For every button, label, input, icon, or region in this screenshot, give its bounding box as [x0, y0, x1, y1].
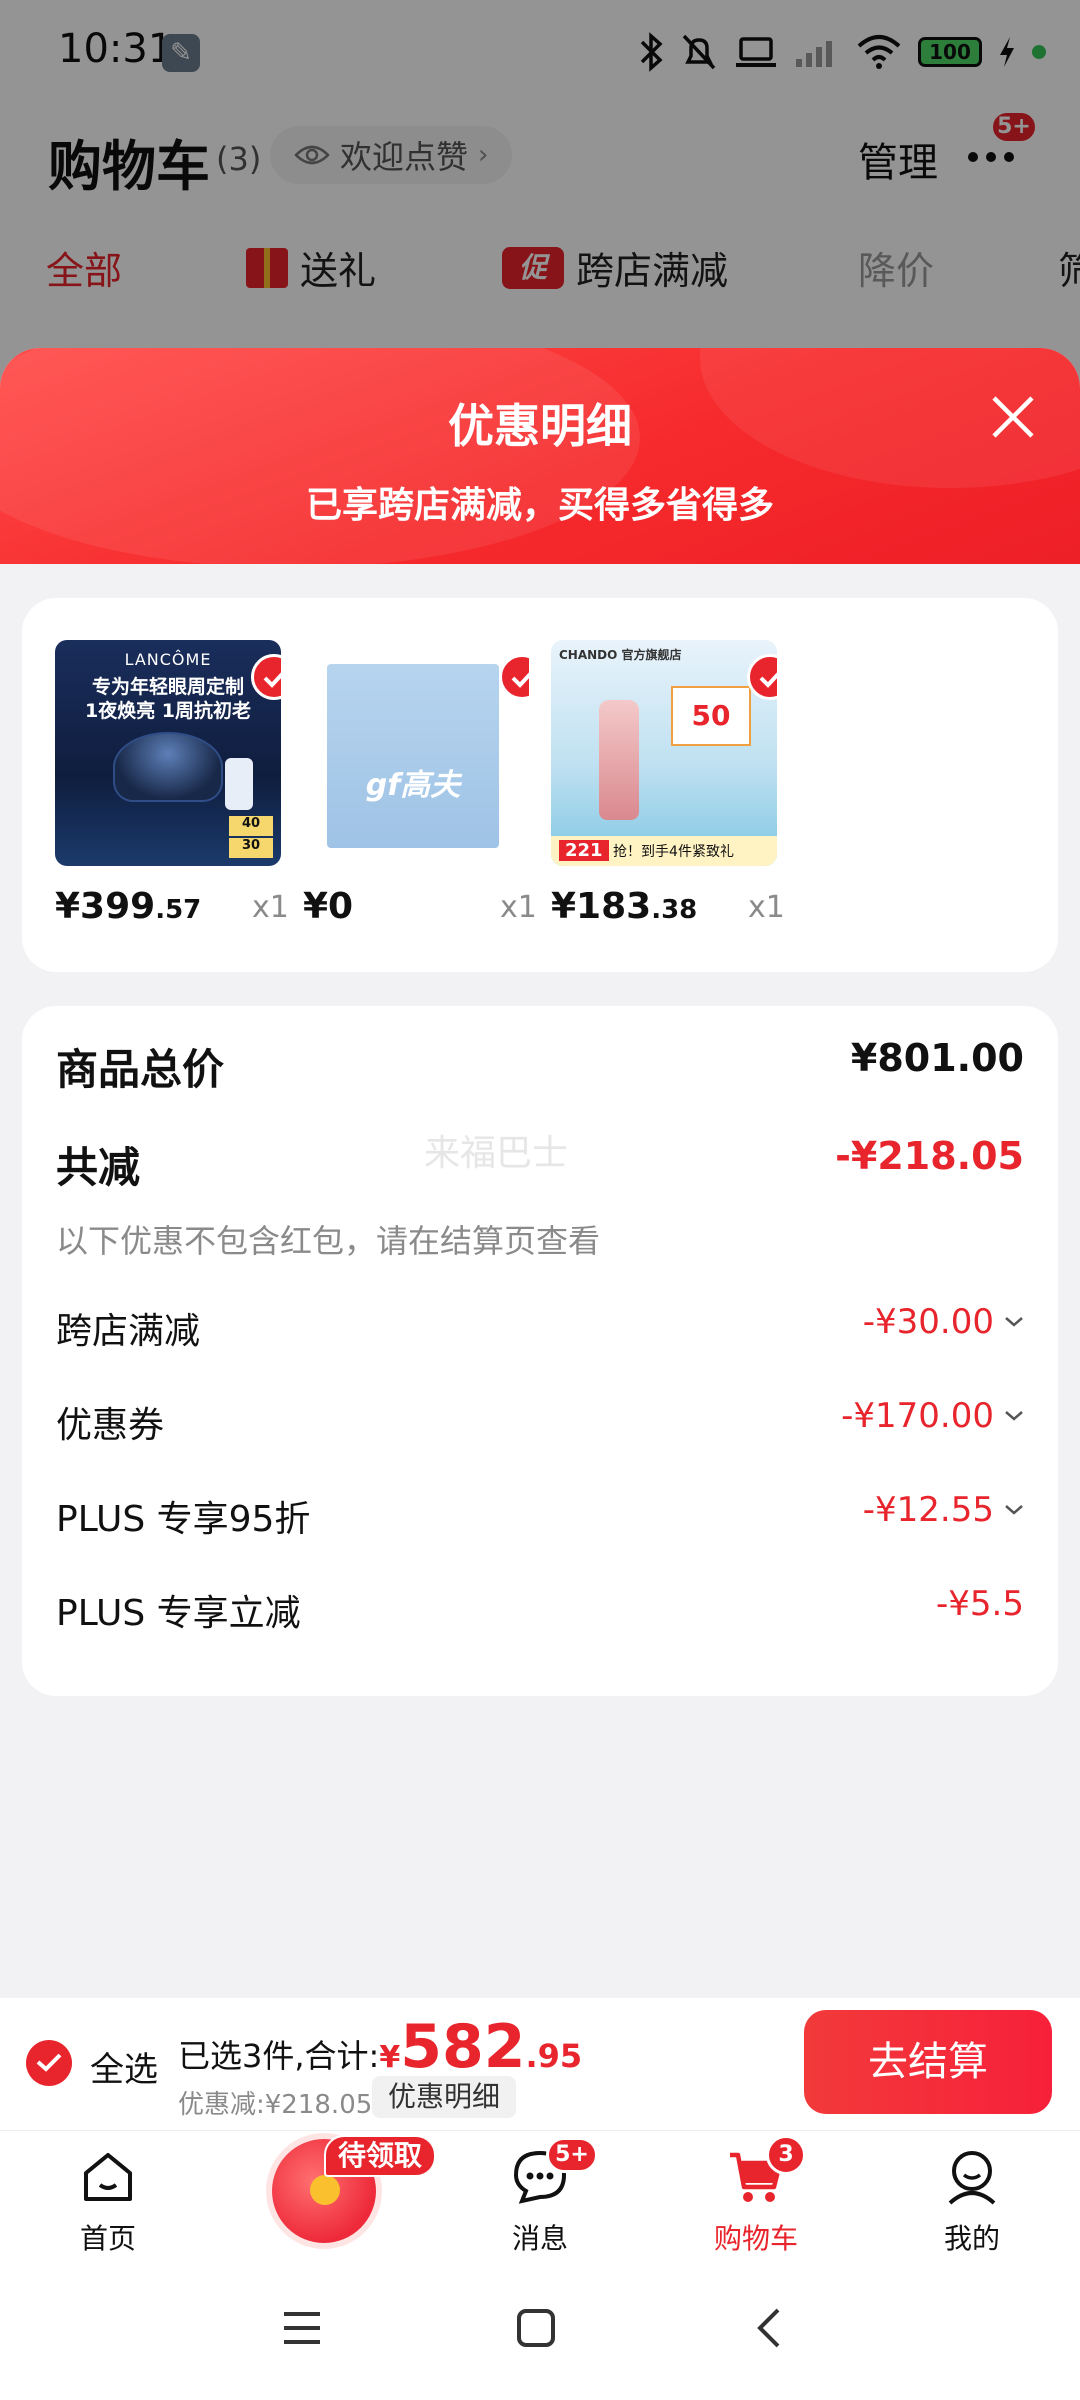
image-subheadline: 1夜焕亮 1周抗初老 [84, 700, 252, 722]
nav-cart-label: 购物车 [713, 2222, 798, 2255]
check-icon[interactable] [499, 654, 529, 700]
image-logo-text: gf高夫 [365, 768, 461, 803]
discount-item-plus-95[interactable]: PLUS 专享95折 -¥12.55 [56, 1490, 1024, 1540]
chevron-down-icon [1005, 1411, 1023, 1421]
subtotal-value: ¥801.00 [850, 1036, 1024, 1080]
discount-item-plus-instant: PLUS 专享立减 -¥5.5 [56, 1584, 1024, 1634]
product-qty: x1 [252, 890, 289, 925]
discount-item-label: 跨店满减 [56, 1311, 201, 1352]
product-qty: x1 [748, 890, 785, 925]
modal-overlay[interactable] [0, 0, 1080, 400]
note-text: 以下优惠不包含红包，请在结算页查看 [56, 1222, 601, 1260]
nav-messages-label: 消息 [511, 2222, 568, 2255]
checkout-bar: 全选 已选3件,合计:¥582.95 优惠减:¥218.05 优惠明细 去结算 [0, 1998, 1080, 2130]
check-icon[interactable] [747, 654, 777, 700]
nav-me-label: 我的 [943, 2222, 1000, 2255]
image-shop-text: CHANDO 官方旗舰店 [559, 648, 682, 662]
totals-card: 商品总价 ¥801.00 来福巴士 共减 -¥218.05 以下优惠不包含红包，… [22, 1006, 1058, 1696]
discount-item-coupon[interactable]: 优惠券 -¥170.00 [56, 1396, 1024, 1446]
product-price: ¥399.57 [55, 886, 202, 927]
image-headline: 专为年轻眼周定制 [91, 676, 244, 698]
checkout-button[interactable]: 去结算 [804, 2010, 1052, 2114]
home-square-icon[interactable] [514, 2306, 558, 2350]
image-tag: 40 [229, 816, 273, 836]
discount-detail-button[interactable]: 优惠明细 [372, 2076, 517, 2118]
discount-item-cross-store[interactable]: 跨店满减 -¥30.00 [56, 1302, 1024, 1352]
product-image-chando[interactable]: CHANDO 官方旗舰店 50 221 抢！到手4件紧致礼 [551, 640, 777, 866]
image-tag: 30 [229, 838, 273, 858]
discount-item-value: -¥170.00 [841, 1396, 1024, 1436]
sheet-header: 优惠明细 已享跨店满减，买得多省得多 [0, 348, 1080, 568]
discount-item-value: -¥30.00 [863, 1302, 1024, 1342]
discount-item-label: 优惠券 [56, 1405, 165, 1446]
pending-reward-badge[interactable]: 待领取 [324, 2135, 437, 2177]
cart-badge: 3 [766, 2135, 806, 2175]
back-icon[interactable] [748, 2306, 792, 2350]
discount-item-label: PLUS 专享95折 [56, 1499, 311, 1540]
image-brand-text: LANCÔME [124, 650, 212, 669]
messages-badge: 5+ [546, 2137, 598, 2173]
cart-page-background: 10:31 ✎ 100 购物车 (3) 欢迎点赞 › 管理 5+ 全部 送礼 促… [0, 0, 1080, 400]
image-badge: 50 [671, 686, 751, 746]
discount-item-value: -¥5.5 [936, 1584, 1024, 1624]
image-strip: 221 抢！到手4件紧致礼 [551, 836, 777, 866]
subtotal-label: 商品总价 [56, 1045, 225, 1094]
order-summary: 已选3件,合计:¥582.95 [178, 2012, 583, 2082]
chevron-down-icon [1005, 1505, 1023, 1515]
products-card: LANCÔME 专为年轻眼周定制 1夜焕亮 1周抗初老 40 30 ¥399.5… [22, 598, 1058, 972]
product-price: ¥0 [303, 886, 354, 927]
system-nav-bar [0, 2260, 1080, 2400]
sheet-subtitle: 已享跨店满减，买得多省得多 [305, 485, 774, 526]
nav-home-label: 首页 [79, 2222, 136, 2255]
product-image-gf[interactable]: gf高夫 [303, 640, 529, 866]
discount-item-label: PLUS 专享立减 [56, 1593, 301, 1634]
product-price: ¥183.38 [551, 886, 698, 927]
select-all-label[interactable]: 全选 [90, 2042, 158, 2091]
saved-amount: 优惠减:¥218.05 [178, 2090, 373, 2120]
sheet-title: 优惠明细 [448, 399, 632, 453]
discount-item-value: -¥12.55 [863, 1490, 1024, 1530]
bottom-nav: 首页 待领取 消息 5+ 购物车 3 我的 [0, 2130, 1080, 2260]
product-image-lancome[interactable]: LANCÔME 专为年轻眼周定制 1夜焕亮 1周抗初老 40 30 [55, 640, 281, 866]
product-qty: x1 [500, 890, 537, 925]
close-icon[interactable] [988, 392, 1038, 442]
chevron-down-icon [1005, 1317, 1023, 1327]
watermark: 来福巴士 [424, 1133, 569, 1174]
discount-detail-sheet: 优惠明细 已享跨店满减，买得多省得多 LANCÔME 专为年轻眼周定制 1夜焕亮… [0, 348, 1080, 1998]
discount-label: 共减 [56, 1143, 141, 1192]
home-icon [84, 2153, 132, 2201]
select-all-check-icon[interactable] [26, 2040, 72, 2086]
discount-value: -¥218.05 [835, 1134, 1024, 1178]
profile-icon [948, 2151, 996, 2205]
menu-icon[interactable] [280, 2306, 324, 2350]
